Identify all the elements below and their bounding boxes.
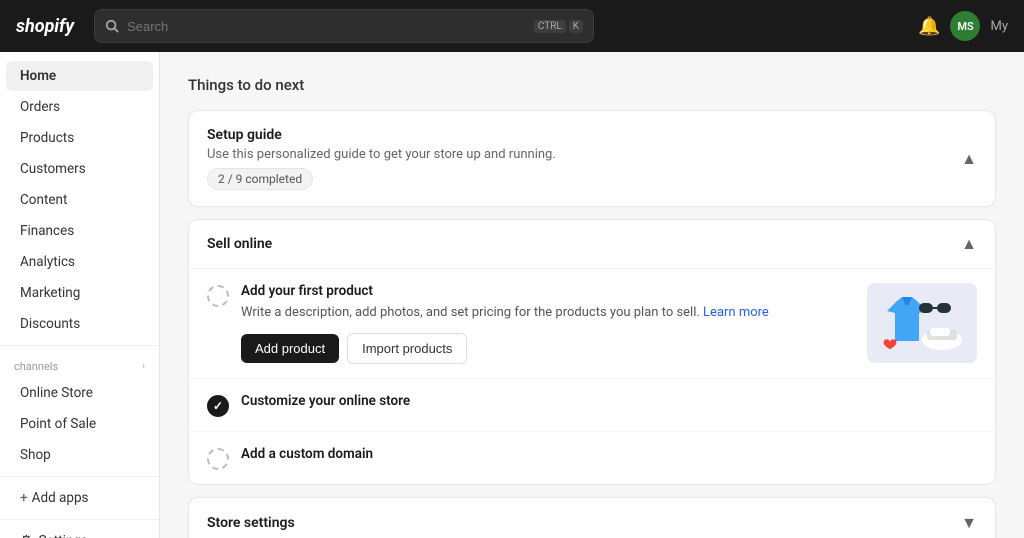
task-content-domain: Add a custom domain bbox=[241, 446, 977, 466]
task-title-add-product: Add your first product bbox=[241, 283, 855, 299]
task-content-add-product: Add your first product Write a descripti… bbox=[241, 283, 855, 364]
sidebar-divider-3 bbox=[0, 519, 159, 520]
search-bar[interactable]: CTRL K bbox=[94, 9, 594, 43]
sidebar-item-analytics[interactable]: Analytics bbox=[6, 247, 153, 277]
task-add-product: Add your first product Write a descripti… bbox=[189, 269, 995, 379]
sidebar-item-home[interactable]: Home bbox=[6, 61, 153, 91]
search-shortcut: CTRL K bbox=[534, 20, 583, 33]
sidebar-divider bbox=[0, 345, 159, 346]
channels-chevron-icon: › bbox=[142, 361, 145, 372]
setup-guide-card: Setup guide Use this personalized guide … bbox=[188, 110, 996, 207]
store-settings-header[interactable]: Store settings ▼ bbox=[189, 498, 995, 538]
sell-online-title: Sell online bbox=[207, 236, 272, 252]
shopify-logo: shopify bbox=[16, 16, 74, 37]
sidebar-item-online-store[interactable]: Online Store bbox=[6, 378, 153, 408]
sidebar-item-content[interactable]: Content bbox=[6, 185, 153, 215]
sidebar-item-point-of-sale[interactable]: Point of Sale bbox=[6, 409, 153, 439]
sidebar-item-orders[interactable]: Orders bbox=[6, 92, 153, 122]
task-title-customize: Customize your online store bbox=[241, 393, 977, 409]
sidebar-item-add-apps[interactable]: + Add apps bbox=[6, 483, 153, 513]
search-input[interactable] bbox=[127, 19, 526, 34]
sidebar-item-shop[interactable]: Shop bbox=[6, 440, 153, 470]
sidebar-item-products[interactable]: Products bbox=[6, 123, 153, 153]
page-title: Things to do next bbox=[188, 76, 996, 94]
task-radio-add-product bbox=[207, 285, 229, 307]
task-radio-customize bbox=[207, 395, 229, 417]
sidebar-divider-2 bbox=[0, 476, 159, 477]
sell-online-chevron-icon[interactable]: ▲ bbox=[961, 234, 977, 254]
progress-badge: 2 / 9 completed bbox=[207, 168, 313, 190]
topnav-right: 🔔 MS My bbox=[918, 11, 1008, 41]
add-product-button[interactable]: Add product bbox=[241, 334, 339, 363]
learn-more-link[interactable]: Learn more bbox=[703, 305, 769, 320]
setup-guide-header[interactable]: Setup guide Use this personalized guide … bbox=[189, 111, 995, 206]
sidebar-item-marketing[interactable]: Marketing bbox=[6, 278, 153, 308]
progress-label: 2 / 9 completed bbox=[218, 172, 302, 186]
store-settings-chevron-icon[interactable]: ▼ bbox=[961, 513, 977, 533]
sidebar-item-discounts[interactable]: Discounts bbox=[6, 309, 153, 339]
main-content: Things to do next Setup guide Use this p… bbox=[160, 52, 1024, 538]
layout: Home Orders Products Customers Content F… bbox=[0, 52, 1024, 538]
avatar[interactable]: MS bbox=[950, 11, 980, 41]
product-image-preview bbox=[867, 283, 977, 363]
sell-online-header[interactable]: Sell online ▲ bbox=[189, 220, 995, 269]
bell-icon[interactable]: 🔔 bbox=[918, 16, 940, 37]
task-desc-add-product: Write a description, add photos, and set… bbox=[241, 303, 855, 323]
sell-online-card: Sell online ▲ Add your first product Wri… bbox=[188, 219, 996, 485]
task-actions-add-product: Add product Import products bbox=[241, 333, 855, 364]
setup-guide-chevron-icon[interactable]: ▲ bbox=[961, 149, 977, 169]
search-k: K bbox=[569, 20, 583, 33]
topnav: shopify CTRL K 🔔 MS My bbox=[0, 0, 1024, 52]
sidebar-item-settings[interactable]: ⚙ Settings bbox=[6, 526, 153, 538]
task-radio-domain bbox=[207, 448, 229, 470]
store-settings-title: Store settings bbox=[207, 515, 295, 531]
task-custom-domain: Add a custom domain bbox=[189, 432, 995, 484]
sidebar-channels-label: channels › bbox=[0, 352, 159, 377]
task-title-domain: Add a custom domain bbox=[241, 446, 977, 462]
import-products-button[interactable]: Import products bbox=[347, 333, 467, 364]
sidebar-item-finances[interactable]: Finances bbox=[6, 216, 153, 246]
search-ctrl: CTRL bbox=[534, 20, 566, 33]
task-customize-store: Customize your online store bbox=[189, 379, 995, 432]
sidebar-item-customers[interactable]: Customers bbox=[6, 154, 153, 184]
sidebar: Home Orders Products Customers Content F… bbox=[0, 52, 160, 538]
task-content-customize: Customize your online store bbox=[241, 393, 977, 413]
username-label: My bbox=[990, 19, 1008, 34]
search-icon bbox=[105, 19, 119, 33]
setup-guide-description: Use this personalized guide to get your … bbox=[207, 147, 556, 162]
setup-guide-title: Setup guide bbox=[207, 127, 556, 143]
store-settings-card: Store settings ▼ bbox=[188, 497, 996, 538]
